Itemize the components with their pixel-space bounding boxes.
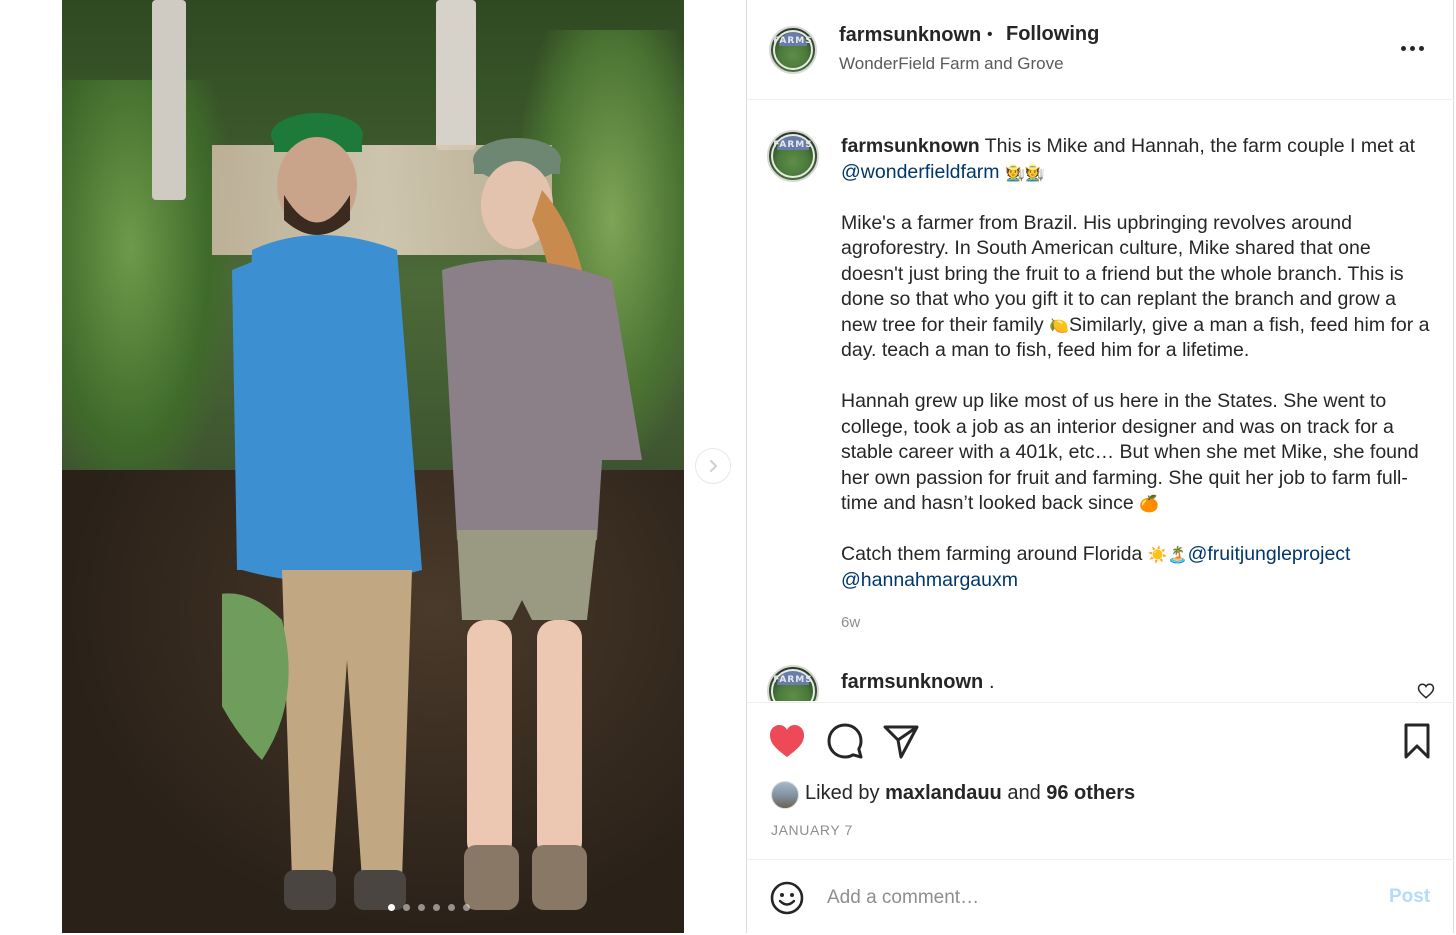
- author-username[interactable]: farmsunknown: [839, 24, 981, 47]
- foliage-left: [62, 80, 232, 500]
- sun-island-emoji: ☀️🏝️: [1147, 545, 1188, 564]
- carousel-dot: [433, 904, 440, 911]
- caption-paragraph-2: Mike's a farmer from Brazil. His upbring…: [841, 211, 1431, 364]
- caption-username[interactable]: farmsunknown: [841, 135, 980, 157]
- emoji-picker-icon[interactable]: [769, 880, 805, 916]
- likes-prefix: Liked by: [805, 782, 886, 804]
- tangerine-emoji: 🍊: [1139, 494, 1160, 513]
- caption-paragraph-1: farmsunknown This is Mike and Hannah, th…: [841, 134, 1431, 185]
- instagram-post-view: FARMS farmsunknown • Following WonderFie…: [0, 0, 1456, 935]
- caption-author-avatar[interactable]: FARMS: [767, 130, 819, 182]
- more-dot: [1401, 46, 1406, 51]
- share-paper-plane-icon[interactable]: [881, 721, 921, 761]
- carousel-dot: [403, 904, 410, 911]
- mention-link[interactable]: @hannahmargauxm: [841, 569, 1018, 591]
- reply-author-avatar[interactable]: FARMS: [767, 665, 819, 701]
- chevron-right-icon: [710, 460, 717, 472]
- caption-text: Catch them farming around Florida: [841, 543, 1148, 565]
- header-separator: •: [987, 26, 993, 43]
- reply-text: .: [989, 671, 995, 693]
- post-comment-button[interactable]: Post: [1389, 886, 1430, 908]
- avatar-logo-text: FARMS: [773, 675, 813, 685]
- carousel-dot-active: [388, 904, 395, 911]
- liker-avatar[interactable]: [771, 781, 799, 809]
- carousel-dot: [448, 904, 455, 911]
- caption-text: Hannah grew up like most of us here in t…: [841, 390, 1419, 514]
- following-button[interactable]: Following: [1006, 23, 1099, 46]
- comments-section: FARMS farmsunknown This is Mike and Hann…: [747, 101, 1455, 701]
- post-caption: farmsunknown This is Mike and Hannah, th…: [841, 134, 1431, 619]
- comment-like-heart-icon[interactable]: [1417, 682, 1435, 700]
- caption-paragraph-3: Hannah grew up like most of us here in t…: [841, 389, 1431, 517]
- carousel-dot: [463, 904, 470, 911]
- next-slide-button[interactable]: [695, 448, 731, 484]
- more-dot: [1419, 46, 1424, 51]
- save-bookmark-icon[interactable]: [1397, 721, 1437, 761]
- mention-link[interactable]: @wonderfieldfarm: [841, 161, 1000, 183]
- carousel-indicator: [388, 904, 470, 911]
- lemon-emoji: 🍋: [1049, 315, 1069, 335]
- avatar-ring: [771, 669, 815, 701]
- reply-username[interactable]: farmsunknown: [841, 671, 983, 694]
- caption-intro-text: This is Mike and Hannah, the farm couple…: [979, 135, 1416, 157]
- mention-link[interactable]: @fruitjungleproject: [1188, 543, 1351, 565]
- post-date[interactable]: JANUARY 7: [771, 822, 853, 838]
- post-actions: Liked by maxlandauu and 96 others JANUAR…: [747, 702, 1455, 859]
- likes-summary: Liked by maxlandauu and 96 others: [805, 782, 1135, 805]
- more-options-button[interactable]: [1397, 34, 1433, 64]
- avatar-logo-text: FARMS: [773, 36, 813, 46]
- caption-timestamp[interactable]: 6w: [841, 614, 860, 631]
- comment-input[interactable]: [827, 880, 1367, 916]
- comment-bubble-icon[interactable]: [825, 721, 865, 761]
- woman-figure: [442, 138, 642, 910]
- add-comment-bar: Post: [747, 859, 1455, 933]
- post-image[interactable]: [62, 0, 684, 933]
- farmer-emoji: 🧑‍🌾🧑‍🌾: [1004, 162, 1045, 182]
- caption-paragraph-4: Catch them farming around Florida ☀️🏝️@f…: [841, 542, 1431, 593]
- like-heart-icon[interactable]: [767, 721, 807, 761]
- post-location[interactable]: WonderField Farm and Grove: [839, 54, 1064, 74]
- more-dot: [1410, 46, 1415, 51]
- liker-username[interactable]: maxlandauu: [885, 782, 1002, 804]
- post-details-panel: FARMS farmsunknown • Following WonderFie…: [746, 0, 1455, 933]
- avatar-logo-text: FARMS: [773, 140, 813, 150]
- likes-others-link[interactable]: 96 others: [1046, 782, 1135, 804]
- likes-mid: and: [1001, 782, 1047, 804]
- author-avatar[interactable]: FARMS: [769, 26, 817, 74]
- tree-trunk: [152, 0, 186, 200]
- carousel-dot: [418, 904, 425, 911]
- post-header: FARMS farmsunknown • Following WonderFie…: [747, 0, 1455, 100]
